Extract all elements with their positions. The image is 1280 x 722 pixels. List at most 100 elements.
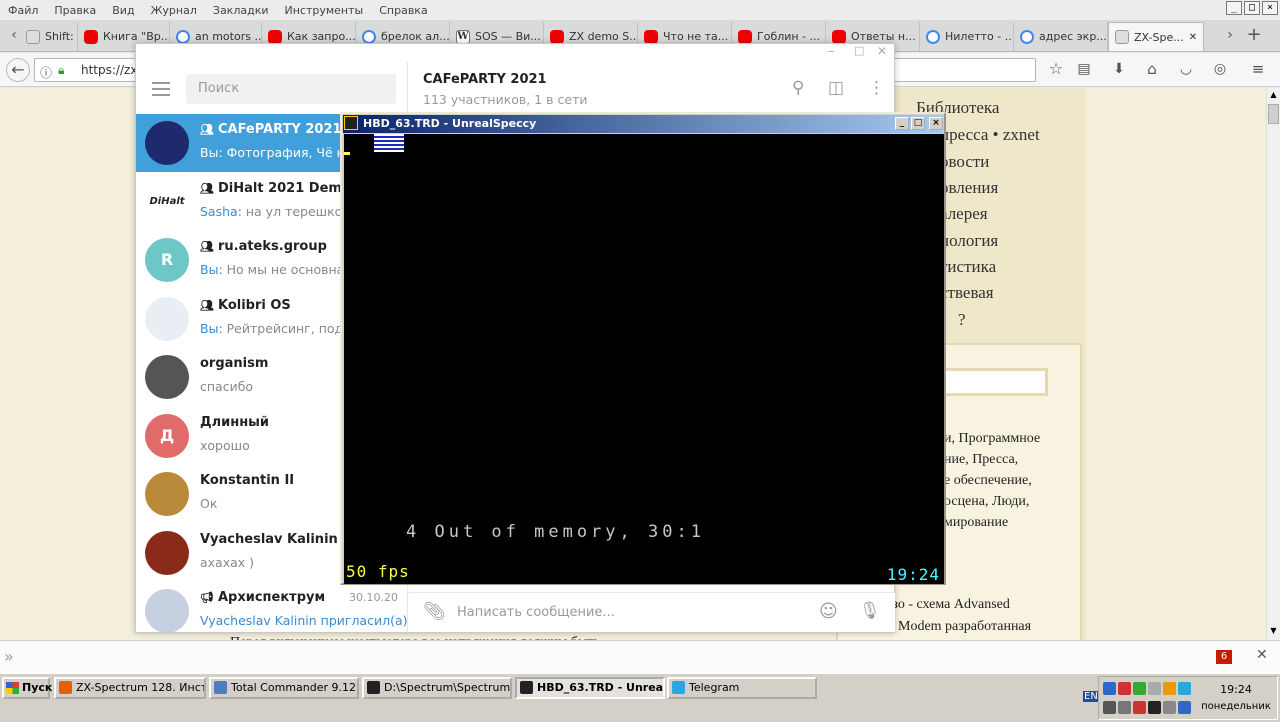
chat-name: CAFePARTY 2021 [217, 122, 342, 137]
menu-item[interactable]: Правка [46, 4, 104, 17]
browser-tab[interactable]: Shift: ... [20, 22, 78, 51]
tabs-scroll-right-icon[interactable]: › [1218, 24, 1242, 48]
tray-icon[interactable] [1133, 701, 1146, 714]
new-tab-icon[interactable]: + [1242, 24, 1266, 48]
sidebar-toggle-icon[interactable]: ◫ [828, 78, 844, 98]
tg-minimize-icon[interactable]: – [828, 44, 834, 58]
clock[interactable]: 19:24 [1196, 683, 1276, 696]
speccy-titlebar[interactable]: HBD_63.TRD - UnrealSpeccy [343, 115, 943, 133]
minimize-button[interactable]: _ [1226, 1, 1242, 15]
double-chevron-icon[interactable]: » [4, 647, 14, 666]
bookmark-star-icon[interactable]: ☆ [1044, 58, 1068, 82]
hamburger-menu-icon[interactable] [152, 82, 170, 96]
chat-name-row: organism [200, 356, 268, 371]
taskbar-button[interactable]: ZX-Spectrum 128. Инстр... [54, 677, 206, 699]
chat-search-input[interactable]: Поиск [186, 74, 396, 104]
emoji-icon[interactable]: ☺ [819, 601, 838, 622]
microphone-icon[interactable]: 🎙︎ [859, 601, 881, 621]
window-controls: _ □ × [1226, 1, 1278, 15]
close-bar-icon[interactable]: ✕ [1256, 647, 1268, 663]
download-icon[interactable]: ⬇ [1107, 58, 1131, 82]
chat-item[interactable]: 📢︎ Архиспектрум Vyacheslav Kalinin приглас… [136, 582, 407, 632]
tray-icon[interactable] [1148, 682, 1161, 695]
search-icon[interactable]: ⚲ [792, 78, 804, 98]
tray-icon[interactable] [1178, 701, 1191, 714]
menu-item[interactable]: Файл [0, 4, 46, 17]
site-category-text[interactable]: и, Программное [944, 431, 1040, 447]
chat-name: Konstantin II [200, 473, 295, 488]
scroll-thumb[interactable] [1268, 104, 1279, 124]
tray-icon[interactable] [1133, 682, 1146, 695]
tab-label: адрес экр... [1039, 30, 1107, 43]
scroll-down-icon[interactable]: ▼ [1268, 626, 1279, 637]
tray-icon[interactable] [1118, 682, 1131, 695]
site-nav-link[interactable]: нология [940, 231, 998, 251]
windows-logo-icon [6, 682, 19, 694]
chat-name: Kolibri OS [217, 297, 291, 313]
more-options-icon[interactable]: ⋮ [868, 78, 885, 98]
site-nav-link[interactable]: алерея [940, 204, 988, 224]
site-nav-link[interactable]: овости [940, 152, 989, 172]
pocket-icon[interactable]: ◡ [1174, 58, 1198, 82]
language-indicator[interactable]: EN [1083, 691, 1099, 702]
scroll-up-icon[interactable]: ▲ [1268, 90, 1279, 101]
menu-item[interactable]: Вид [104, 4, 142, 17]
maximize-button[interactable]: □ [1244, 1, 1260, 15]
chat-avatar [145, 121, 189, 165]
info-icon[interactable]: ⓘ [40, 64, 52, 81]
speccy-close-button[interactable]: × [929, 117, 943, 130]
browser-tab[interactable]: ZX-Spe... ✕ [1108, 22, 1204, 51]
message-input[interactable]: Написать сообщение... [457, 605, 615, 620]
site-nav-link[interactable]: овления [940, 178, 998, 198]
tray-icon[interactable] [1178, 682, 1191, 695]
site-nav-link[interactable]: пресса • zxnet [940, 125, 1040, 145]
attach-icon[interactable]: 📎︎ [423, 601, 446, 622]
chat-title[interactable]: CAFePARTY 2021 [423, 72, 547, 87]
browser-tab[interactable]: Нилетто - ... [920, 22, 1014, 51]
tg-maximize-icon[interactable]: □ [854, 44, 864, 57]
taskbar-app-icon [367, 681, 380, 694]
tray-icon[interactable] [1118, 701, 1131, 714]
chat-preview: Ок [200, 496, 217, 511]
taskbar-button[interactable]: HBD_63.TRD - Unreal... [515, 677, 665, 699]
tab-label: Как запро... [287, 30, 356, 43]
tray-icon[interactable] [1103, 682, 1116, 695]
menu-item[interactable]: Инструменты [277, 4, 372, 17]
home-icon[interactable]: ⌂ [1140, 58, 1164, 82]
emulator-screen[interactable]: 4 Out of memory, 30:1 50 fps 19:24 [344, 134, 944, 584]
site-nav-link[interactable]: ? [958, 310, 966, 330]
site-category-text[interactable]: мирование [944, 515, 1008, 531]
site-nav-link[interactable]: тистика [940, 257, 996, 277]
menu-item[interactable]: Справка [371, 4, 435, 17]
menu-item[interactable]: Закладки [205, 4, 277, 17]
site-category-text[interactable]: ние, Пресса, [944, 452, 1018, 468]
chat-avatar: R [145, 238, 189, 282]
menu-item[interactable]: Журнал [143, 4, 205, 17]
back-icon[interactable]: ← [6, 58, 30, 82]
site-article-item2[interactable]: Modem разработанная [898, 619, 1031, 635]
chat-message: спасибо [200, 379, 254, 394]
tg-close-icon[interactable]: ✕ [877, 44, 887, 58]
taskbar-button[interactable]: Total Commander 9.12 - ... [209, 677, 359, 699]
start-button[interactable]: Пуск [2, 677, 52, 699]
speccy-maximize-button[interactable]: □ [911, 117, 925, 130]
tray-icon[interactable] [1163, 701, 1176, 714]
tab-favicon-icon [832, 29, 846, 44]
site-category-text[interactable]: осцена, Люди, [944, 494, 1029, 510]
page-scrollbar[interactable]: ▲ ▼ [1266, 88, 1280, 640]
tray-icon[interactable] [1103, 701, 1116, 714]
speccy-minimize-button[interactable]: _ [895, 117, 909, 130]
site-nav-link[interactable]: ствевая [940, 283, 994, 303]
tab-close-icon[interactable]: ✕ [1189, 32, 1197, 43]
tray-icon[interactable] [1163, 682, 1176, 695]
site-article-item1[interactable]: езо - схема Advansed [886, 597, 1010, 613]
site-category-text[interactable]: е обеспечение, [944, 473, 1032, 489]
taskbar-button[interactable]: Telegram [667, 677, 817, 699]
tray-icon[interactable] [1148, 701, 1161, 714]
taskbar-button[interactable]: D:\Spectrum\Spectrum\U... [362, 677, 512, 699]
reader-icon[interactable]: ▤ [1072, 58, 1096, 82]
hamburger-menu-icon[interactable]: ≡ [1246, 58, 1270, 82]
extension-icon[interactable]: ◎ [1208, 58, 1232, 82]
browser-tab[interactable]: адрес экр... [1014, 22, 1108, 51]
close-button[interactable]: × [1262, 1, 1278, 15]
